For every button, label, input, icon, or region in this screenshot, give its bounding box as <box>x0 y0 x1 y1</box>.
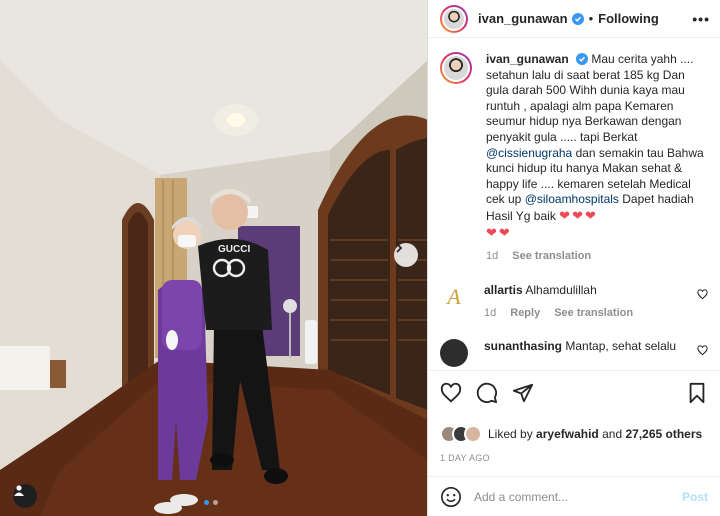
allartis-logo: A <box>447 283 461 309</box>
heart-icon[interactable] <box>697 289 708 300</box>
comment-meta: 1d Reply See translation <box>484 306 694 321</box>
comment-avatar[interactable] <box>440 338 468 367</box>
author-username[interactable]: ivan_gunawan <box>478 11 568 26</box>
caption-username[interactable]: ivan_gunawan <box>486 52 569 66</box>
comment-avatar[interactable]: A <box>440 283 468 311</box>
author-avatar[interactable] <box>440 4 468 33</box>
post-button[interactable]: Post <box>682 490 708 504</box>
post-photo[interactable]: GUCCI <box>0 0 428 516</box>
more-icon[interactable]: ••• <box>692 11 710 27</box>
user-tag-button[interactable] <box>13 484 37 508</box>
comment-see-translation[interactable]: See translation <box>554 306 633 321</box>
caption-see-translation[interactable]: See translation <box>512 249 591 265</box>
comment-text: Mantap, sehat selalu <box>565 338 677 353</box>
carousel-next-button[interactable] <box>394 243 418 267</box>
verified-icon <box>576 53 589 65</box>
share-icon[interactable] <box>512 382 534 404</box>
comment-input[interactable] <box>474 489 682 504</box>
following-button[interactable]: Following <box>598 11 659 26</box>
photo-scene: GUCCI <box>0 0 427 516</box>
caption-hearts-1: ❤❤❤ <box>559 207 598 223</box>
header-separator: • <box>588 11 594 26</box>
likes-user[interactable]: aryefwahid <box>536 427 599 441</box>
likes-row: Liked by aryefwahid and 27,265 others <box>440 425 708 443</box>
caption-time: 1d <box>486 250 499 263</box>
comment-item: sunanthasing Mantap, sehat selalu <box>440 338 708 367</box>
comment-username[interactable]: sunanthasing <box>484 339 562 353</box>
heart-icon[interactable] <box>697 345 708 356</box>
svg-text:GUCCI: GUCCI <box>218 244 250 255</box>
caption-meta: 1d See translation <box>486 249 706 265</box>
verified-icon <box>571 12 584 25</box>
post-header: ivan_gunawan • Following ••• <box>428 0 720 38</box>
likes-prefix: Liked by <box>488 427 533 441</box>
mention-cissienugraha[interactable]: @cissienugraha <box>486 146 572 160</box>
comment-body: sunanthasing Mantap, sehat selalu <box>484 339 694 354</box>
comment-item: A allartis Alhamdulillah 1d Reply See tr… <box>440 283 708 321</box>
likes-middle: and <box>602 427 623 441</box>
comments-section[interactable]: ivan_gunawan Mau cerita yahh .... setahu… <box>428 38 720 368</box>
comment-username[interactable]: allartis <box>484 283 523 297</box>
comment-text: Alhamdulillah <box>525 282 597 297</box>
carousel-dots <box>204 500 218 505</box>
bookmark-icon[interactable] <box>686 382 708 404</box>
chevron-right-icon <box>396 243 403 253</box>
emoji-icon[interactable] <box>440 486 462 508</box>
caption: ivan_gunawan Mau cerita yahh .... setahu… <box>486 52 706 265</box>
post-date[interactable]: 1 DAY AGO <box>440 453 708 463</box>
caption-avatar[interactable] <box>440 52 472 84</box>
post-panel: ivan_gunawan • Following ••• ivan_gunawa… <box>428 0 720 516</box>
comment-body: allartis Alhamdulillah 1d Reply See tran… <box>484 283 694 321</box>
caption-hearts-2: ❤❤ <box>486 224 512 240</box>
comment-time: 1d <box>484 306 497 319</box>
liker-avatar[interactable] <box>464 425 482 443</box>
carousel-dot <box>213 500 218 505</box>
comment-icon[interactable] <box>476 382 498 404</box>
post-actions: Liked by aryefwahid and 27,265 others 1 … <box>428 370 720 463</box>
mention-siloamhospitals[interactable]: @siloamhospitals <box>525 192 619 206</box>
reply-button[interactable]: Reply <box>510 306 540 321</box>
carousel-dot-active <box>204 500 209 505</box>
caption-row: ivan_gunawan Mau cerita yahh .... setahu… <box>440 52 708 265</box>
likes-count[interactable]: 27,265 others <box>625 427 702 441</box>
action-icons <box>440 381 708 405</box>
likes-text: Liked by aryefwahid and 27,265 others <box>488 427 702 441</box>
heart-icon[interactable] <box>440 382 462 404</box>
user-tag-icon <box>14 485 24 496</box>
comment-composer: Post <box>428 476 720 516</box>
